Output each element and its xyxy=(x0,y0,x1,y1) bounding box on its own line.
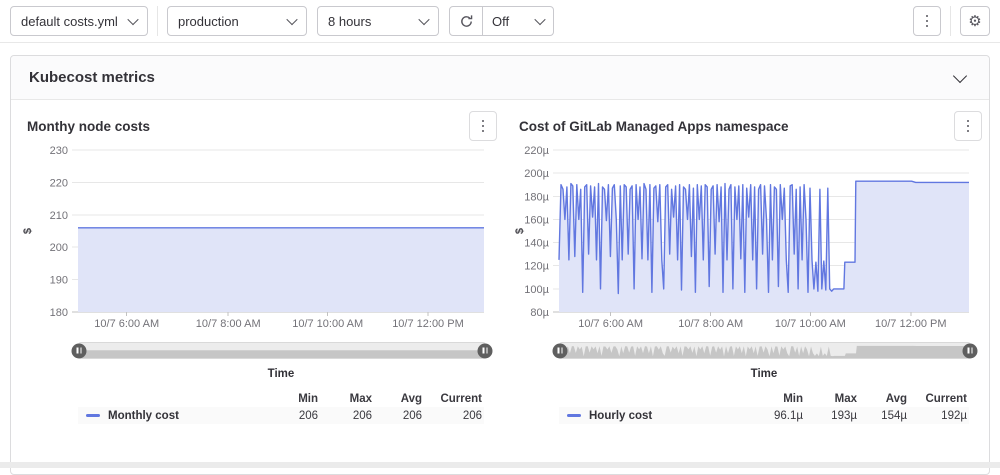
svg-text:10/7 6:00 AM: 10/7 6:00 AM xyxy=(94,318,159,330)
environment-dropdown[interactable]: production xyxy=(167,6,307,36)
x-axis-title: Time xyxy=(78,368,484,380)
svg-text:230: 230 xyxy=(50,145,68,157)
section-title: Kubecost metrics xyxy=(29,69,155,86)
brush-handle-left[interactable] xyxy=(553,343,568,358)
svg-text:10/7 8:00 AM: 10/7 8:00 AM xyxy=(678,318,743,330)
series-current: 206 xyxy=(422,410,482,422)
refresh-rate-dropdown[interactable]: Off xyxy=(482,6,554,36)
page-bottom-edge xyxy=(0,462,1000,468)
chart-title: Monthy node costs xyxy=(27,119,150,134)
chart-legend: Min Max Avg Current Monthly cost 206 206… xyxy=(78,390,484,424)
refresh-button[interactable] xyxy=(449,6,483,36)
managed-apps-cost-card: Cost of GitLab Managed Apps namespace 22… xyxy=(511,104,986,424)
svg-text:180µ: 180µ xyxy=(524,191,549,203)
legend-col-avg: Avg xyxy=(857,393,907,405)
svg-text:220µ: 220µ xyxy=(524,145,549,157)
legend-series-row[interactable]: Hourly cost 96.1µ 193µ 154µ 192µ xyxy=(559,407,969,424)
series-swatch xyxy=(86,414,100,418)
chevron-down-icon xyxy=(127,14,138,25)
svg-text:180: 180 xyxy=(50,307,68,319)
legend-col-max: Max xyxy=(318,393,372,405)
svg-text:10/7 10:00 AM: 10/7 10:00 AM xyxy=(775,318,846,330)
series-min: 206 xyxy=(268,410,318,422)
monthly-node-costs-card: Monthy node costs 230 220 210 200 190 180 10/7… xyxy=(19,104,501,424)
brush-preview xyxy=(79,343,485,358)
series-name: Monthly cost xyxy=(108,410,179,422)
series-max: 193µ xyxy=(803,410,857,422)
svg-text:220: 220 xyxy=(50,177,68,189)
kubecost-metrics-panel: Kubecost metrics Monthy node costs 230 22… xyxy=(10,55,990,475)
legend-col-current: Current xyxy=(422,393,482,405)
chevron-down-icon xyxy=(953,68,967,82)
kebab-menu-icon xyxy=(967,120,970,133)
svg-text:10/7 10:00 AM: 10/7 10:00 AM xyxy=(292,318,363,330)
legend-col-min: Min xyxy=(268,393,318,405)
chart-title: Cost of GitLab Managed Apps namespace xyxy=(519,119,789,134)
kebab-menu-icon xyxy=(482,120,485,133)
svg-text:10/7 12:00 PM: 10/7 12:00 PM xyxy=(875,318,947,330)
series-name: Hourly cost xyxy=(589,410,652,422)
chart-legend: Min Max Avg Current Hourly cost 96.1µ 19… xyxy=(559,390,969,424)
svg-text:10/7 12:00 PM: 10/7 12:00 PM xyxy=(392,318,464,330)
gear-icon: ⚙ xyxy=(968,14,981,29)
toolbar-divider xyxy=(950,6,951,36)
dashboard-file-label: default costs.yml xyxy=(21,14,118,29)
svg-text:80µ: 80µ xyxy=(530,307,549,319)
svg-text:200: 200 xyxy=(50,242,68,254)
legend-col-max: Max xyxy=(803,393,857,405)
refresh-rate-label: Off xyxy=(492,14,509,29)
series-avg: 154µ xyxy=(857,410,907,422)
chart-actions-menu-button[interactable] xyxy=(469,111,497,141)
svg-text:10/7 6:00 AM: 10/7 6:00 AM xyxy=(578,318,643,330)
svg-text:210: 210 xyxy=(50,210,68,222)
refresh-button-group: Off xyxy=(449,6,554,36)
x-axis-title: Time xyxy=(559,368,969,380)
charts-row: Monthy node costs 230 220 210 200 190 180 10/7… xyxy=(11,100,989,424)
svg-text:10/7 8:00 AM: 10/7 8:00 AM xyxy=(196,318,261,330)
dashboard-toolbar: default costs.yml production 8 hours Off… xyxy=(0,0,1000,43)
environment-label: production xyxy=(178,14,239,29)
brush-handle-right[interactable] xyxy=(963,343,978,358)
dashboard-actions-menu-button[interactable] xyxy=(913,6,941,36)
legend-col-avg: Avg xyxy=(372,393,422,405)
kubecost-metrics-section-header[interactable]: Kubecost metrics xyxy=(11,56,989,100)
settings-button[interactable]: ⚙ xyxy=(960,6,990,36)
svg-text:100µ: 100µ xyxy=(524,284,549,296)
brush-handle-left[interactable] xyxy=(72,343,87,358)
series-min: 96.1µ xyxy=(753,410,803,422)
refresh-icon xyxy=(459,14,474,29)
legend-col-current: Current xyxy=(907,393,967,405)
managed-apps-cost-chart[interactable]: 220µ 200µ 180µ 160µ 140µ 120µ 100µ 80µ 10/7 6:00… xyxy=(511,144,986,332)
chart-actions-menu-button[interactable] xyxy=(954,111,982,141)
legend-series-row[interactable]: Monthly cost 206 206 206 206 xyxy=(78,407,484,424)
svg-text:190: 190 xyxy=(50,275,68,287)
brush-handle-right[interactable] xyxy=(478,343,493,358)
kebab-menu-icon xyxy=(926,15,929,28)
brush-preview xyxy=(560,343,970,358)
svg-text:$: $ xyxy=(22,228,34,234)
series-swatch xyxy=(567,414,581,418)
time-range-label: 8 hours xyxy=(328,14,371,29)
svg-text:120µ: 120µ xyxy=(524,261,549,273)
chevron-down-icon xyxy=(534,14,545,25)
toolbar-divider xyxy=(157,6,158,36)
monthly-node-costs-chart[interactable]: 230 220 210 200 190 180 10/7 6:00 AM 10/7 8:00 … xyxy=(19,144,501,332)
svg-text:160µ: 160µ xyxy=(524,214,549,226)
series-avg: 206 xyxy=(372,410,422,422)
time-range-dropdown[interactable]: 8 hours xyxy=(317,6,439,36)
series-current: 192µ xyxy=(907,410,967,422)
dashboard-file-dropdown[interactable]: default costs.yml xyxy=(10,6,148,36)
time-range-brush[interactable] xyxy=(78,342,486,359)
chevron-down-icon xyxy=(418,14,429,25)
legend-col-min: Min xyxy=(753,393,803,405)
svg-text:200µ: 200µ xyxy=(524,168,549,180)
time-range-brush[interactable] xyxy=(559,342,971,359)
chevron-down-icon xyxy=(286,14,297,25)
svg-text:$: $ xyxy=(514,228,526,234)
series-max: 206 xyxy=(318,410,372,422)
svg-text:140µ: 140µ xyxy=(524,238,549,250)
